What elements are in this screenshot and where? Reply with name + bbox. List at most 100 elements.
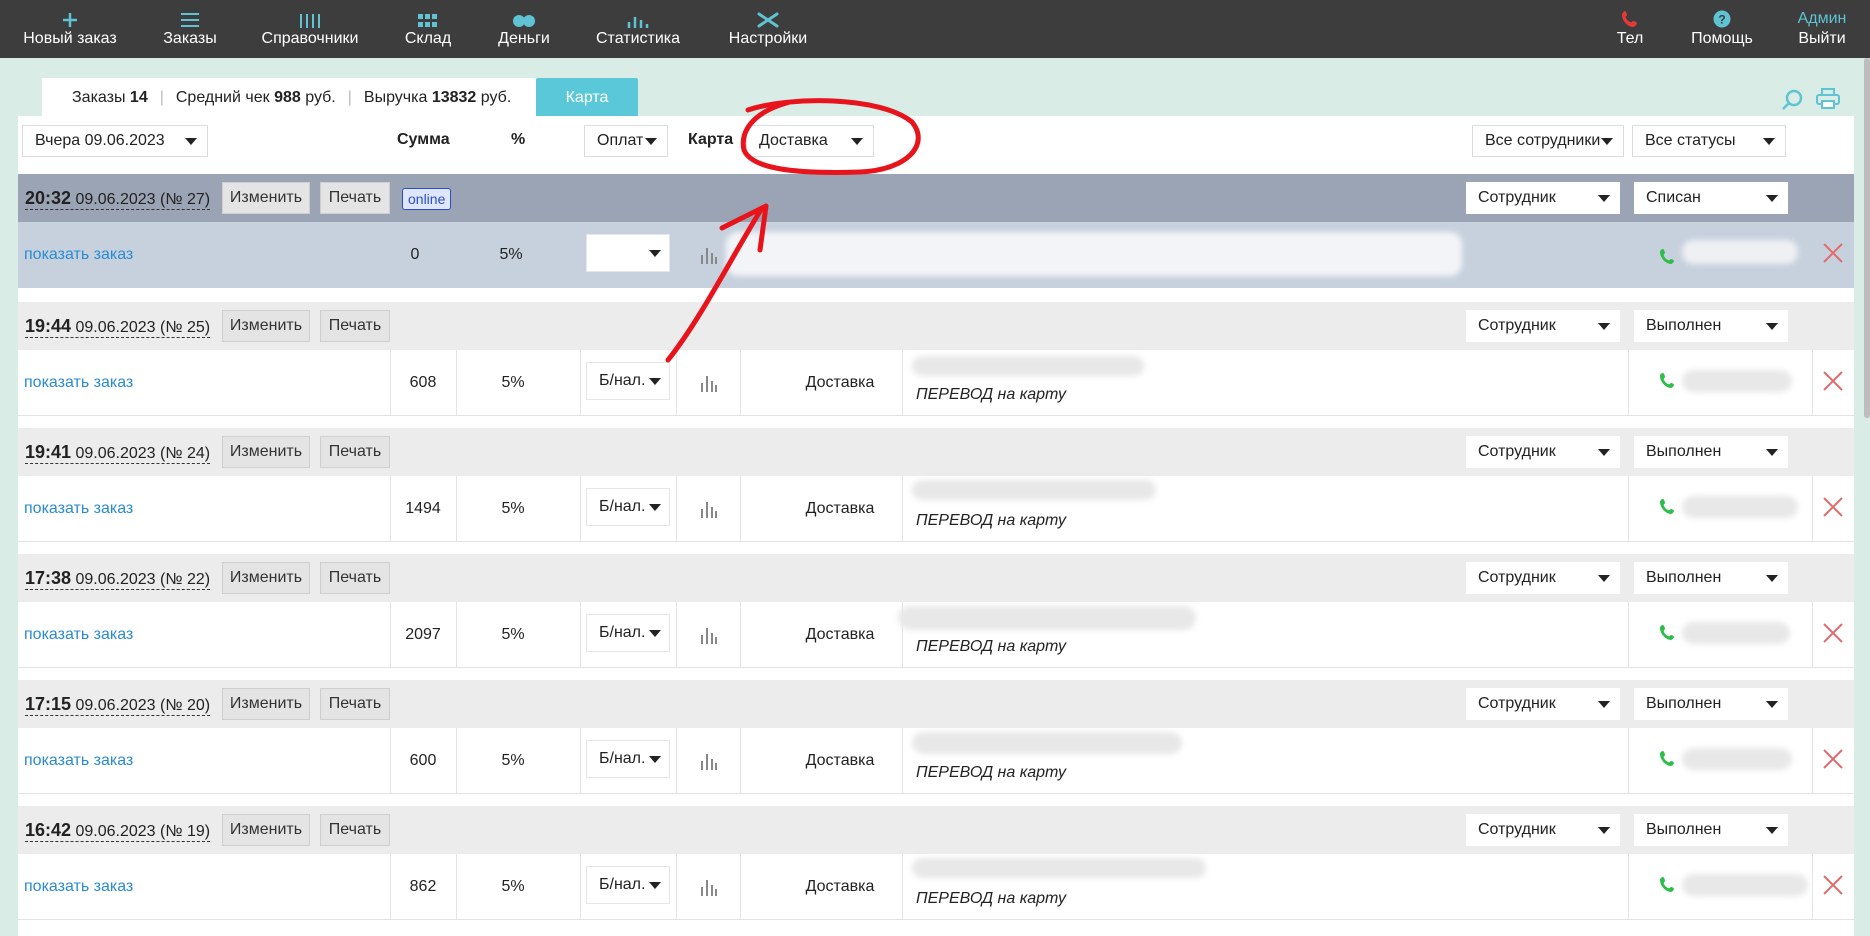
delete-icon[interactable] (1822, 622, 1844, 644)
stats-icon[interactable] (700, 752, 718, 770)
print-icon[interactable] (1816, 88, 1840, 110)
delete-icon[interactable] (1822, 242, 1844, 264)
payment-select[interactable]: Б/нал. (586, 488, 670, 526)
employee-select[interactable]: Сотрудник (1466, 436, 1620, 468)
phone-icon[interactable] (1660, 624, 1676, 640)
stats-icon[interactable] (700, 374, 718, 392)
redacted-phone (1682, 622, 1790, 644)
employee-select-value: Сотрудник (1478, 821, 1556, 838)
show-order-link[interactable]: показать заказ (24, 350, 133, 416)
edit-button[interactable]: Изменить (222, 436, 310, 468)
svg-text:?: ? (1718, 13, 1725, 27)
search-icon[interactable] (1780, 88, 1804, 112)
nav-phone[interactable]: Тел (1610, 0, 1650, 58)
nav-label: Тел (1616, 30, 1644, 47)
print-button[interactable]: Печать (320, 436, 390, 468)
scrollbar[interactable] (1864, 58, 1870, 418)
phone-icon[interactable] (1660, 372, 1676, 388)
payment-select[interactable] (586, 234, 670, 272)
payment-select[interactable]: Б/нал. (586, 614, 670, 652)
payment-select[interactable]: Б/нал. (586, 866, 670, 904)
nav-settings[interactable]: Настройки (726, 0, 810, 58)
stats-icon[interactable] (700, 626, 718, 644)
delete-icon[interactable] (1822, 496, 1844, 518)
status-select-value: Выполнен (1646, 695, 1722, 712)
order-header: 17:15 09.06.2023 (№ 20) Изменить Печать … (18, 680, 1854, 728)
date-filter-select[interactable]: Вчера 09.06.2023 (22, 125, 208, 157)
status-select[interactable]: Выполнен (1634, 688, 1788, 720)
payment-select[interactable]: Б/нал. (586, 740, 670, 778)
chevron-down-icon (1763, 138, 1775, 145)
status-select[interactable]: Списан (1634, 182, 1788, 214)
phone-icon[interactable] (1660, 876, 1676, 892)
phone-icon[interactable] (1660, 750, 1676, 766)
nav-money[interactable]: Деньги (494, 0, 554, 58)
order-datetime[interactable]: 20:32 09.06.2023 (№ 27) (25, 188, 211, 210)
employee-filter-select[interactable]: Все сотрудники (1472, 125, 1624, 157)
phone-icon[interactable] (1660, 498, 1676, 514)
nav-statistics[interactable]: Статистика (596, 0, 680, 58)
payment-filter-select[interactable]: Оплат (584, 125, 668, 157)
payment-select[interactable]: Б/нал. (586, 362, 670, 400)
status-select[interactable]: Выполнен (1634, 562, 1788, 594)
order-datetime[interactable]: 16:42 09.06.2023 (№ 19) (25, 820, 211, 842)
nav-orders[interactable]: Заказы (160, 0, 220, 58)
nav-new-order[interactable]: Новый заказ (20, 0, 120, 58)
redacted-address (898, 606, 1196, 630)
order-date: 09.06.2023 (№ 25) (75, 319, 211, 336)
order-sum: 608 (409, 374, 437, 391)
phone-icon[interactable] (1660, 248, 1676, 264)
delete-icon[interactable] (1822, 874, 1844, 896)
payment-select-value: Б/нал. (599, 876, 646, 893)
employee-select[interactable]: Сотрудник (1466, 182, 1620, 214)
show-order-link[interactable]: показать заказ (24, 854, 133, 920)
stats-icon[interactable] (700, 878, 718, 896)
edit-button[interactable]: Изменить (222, 688, 310, 720)
delete-icon[interactable] (1822, 370, 1844, 392)
map-tab[interactable]: Карта (536, 78, 638, 118)
nav-directories[interactable]: Справочники (260, 0, 360, 58)
order-datetime[interactable]: 17:15 09.06.2023 (№ 20) (25, 694, 211, 716)
print-button[interactable]: Печать (320, 182, 390, 214)
order-datetime[interactable]: 17:38 09.06.2023 (№ 22) (25, 568, 211, 590)
status-select-value: Выполнен (1646, 443, 1722, 460)
employee-select[interactable]: Сотрудник (1466, 688, 1620, 720)
edit-button[interactable]: Изменить (222, 310, 310, 342)
order-datetime[interactable]: 19:44 09.06.2023 (№ 25) (25, 316, 211, 338)
employee-select[interactable]: Сотрудник (1466, 310, 1620, 342)
stats-icon[interactable] (700, 246, 718, 264)
status-select[interactable]: Выполнен (1634, 436, 1788, 468)
order-delivery: Доставка (805, 374, 875, 391)
show-order-link[interactable]: показать заказ (24, 602, 133, 668)
redacted-address (912, 732, 1182, 754)
print-button[interactable]: Печать (320, 688, 390, 720)
delete-icon[interactable] (1822, 748, 1844, 770)
edit-button[interactable]: Изменить (222, 814, 310, 846)
status-select[interactable]: Выполнен (1634, 814, 1788, 846)
online-badge: online (402, 188, 452, 210)
status-select[interactable]: Выполнен (1634, 310, 1788, 342)
print-button[interactable]: Печать (320, 814, 390, 846)
employee-select[interactable]: Сотрудник (1466, 814, 1620, 846)
nav-logout[interactable]: Админ Выйти (1796, 0, 1848, 58)
orders-count: 14 (129, 89, 148, 106)
nav-help[interactable]: ? Помощь (1690, 0, 1754, 58)
print-button[interactable]: Печать (320, 562, 390, 594)
delivery-filter-select[interactable]: Доставка (746, 125, 874, 157)
order-block: 19:41 09.06.2023 (№ 24) Изменить Печать … (18, 428, 1854, 542)
edit-button[interactable]: Изменить (222, 182, 310, 214)
payment-select-value: Б/нал. (599, 750, 646, 767)
chevron-down-icon (645, 138, 657, 145)
employee-select[interactable]: Сотрудник (1466, 562, 1620, 594)
nav-warehouse[interactable]: Склад (398, 0, 458, 58)
show-order-link[interactable]: показать заказ (24, 728, 133, 794)
stats-icon[interactable] (700, 500, 718, 518)
show-order-link[interactable]: показать заказ (24, 476, 133, 542)
status-filter-select[interactable]: Все статусы (1632, 125, 1786, 157)
order-datetime[interactable]: 19:41 09.06.2023 (№ 24) (25, 442, 211, 464)
print-button[interactable]: Печать (320, 310, 390, 342)
chevron-down-icon (1598, 827, 1610, 834)
order-time: 20:32 (25, 188, 72, 208)
edit-button[interactable]: Изменить (222, 562, 310, 594)
show-order-link[interactable]: показать заказ (24, 222, 133, 288)
